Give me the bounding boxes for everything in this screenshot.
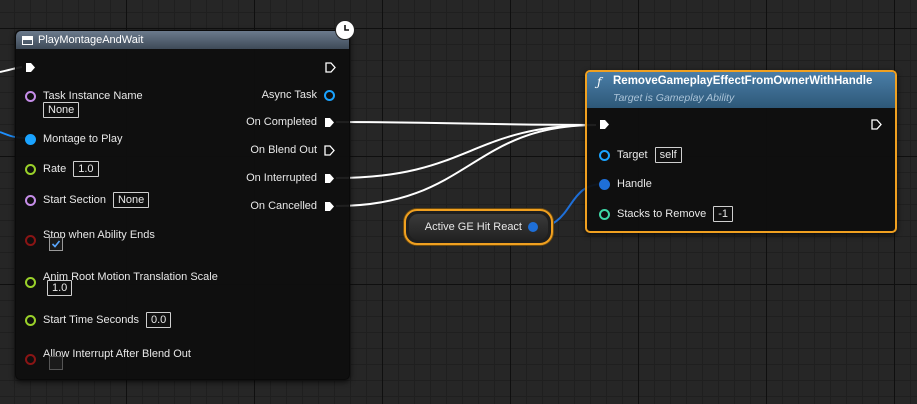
bool-pin-icon[interactable] [25,235,36,246]
exec-out-icon [325,173,334,183]
start-time-seconds-label: Start Time Seconds [43,314,139,326]
start-section-field[interactable]: None [112,192,150,208]
stacks-to-remove-pin[interactable]: Stacks to Remove -1 [599,206,734,222]
variable-label: Active GE Hit React [424,221,522,233]
handle-pin[interactable]: Handle [599,178,652,190]
allow-interrupt-checkbox[interactable] [49,356,63,370]
node-header[interactable]: PlayMontageAndWait [16,31,349,49]
exec-in-icon [26,63,35,72]
wire-on-cancelled [335,124,597,207]
name-pin-icon[interactable] [25,91,36,102]
stop-when-ability-ends-checkbox[interactable] [49,237,63,251]
exec-in-pin[interactable] [599,119,610,130]
on-cancelled-label: On Cancelled [250,200,317,212]
float-pin-icon[interactable] [25,277,36,288]
struct-pin-icon[interactable] [599,178,610,190]
target-label: Target [617,149,648,161]
rate-field[interactable]: 1.0 [73,161,99,177]
on-interrupted-pin[interactable]: On Interrupted [246,172,335,184]
async-task-pin[interactable]: Async Task [262,89,335,101]
function-icon: ƒ [597,75,602,89]
exec-in-icon [600,120,609,129]
exec-out-icon [871,119,882,130]
handle-label: Handle [617,178,652,190]
on-completed-label: On Completed [246,116,317,128]
wire-on-completed [335,121,597,126]
stacks-to-remove-field[interactable]: -1 [713,206,734,222]
exec-out-icon [325,62,336,73]
on-completed-pin[interactable]: On Completed [246,116,335,128]
target-pin[interactable]: Target self [599,147,682,163]
target-field[interactable]: self [654,147,682,163]
start-section-label: Start Section [43,194,106,206]
anim-root-motion-field[interactable]: 1.0 [47,280,73,296]
montage-to-play-label: Montage to Play [43,133,123,145]
on-cancelled-pin[interactable]: On Cancelled [250,200,335,212]
play-montage-and-wait-node[interactable]: PlayMontageAndWait Task Instance Name No… [15,30,350,380]
clock-hands [344,25,349,31]
montage-to-play-pin[interactable]: Montage to Play [25,133,123,145]
on-blend-out-pin[interactable]: On Blend Out [250,144,335,156]
exec-in-pin[interactable] [25,62,36,73]
object-pin-icon[interactable] [324,89,335,101]
node-header[interactable]: ƒ RemoveGameplayEffectFromOwnerWithHandl… [587,72,895,108]
bool-pin-icon[interactable] [25,354,36,365]
node-icon [22,35,33,45]
stop-when-ability-ends-pin[interactable]: Stop when Ability Ends [25,223,155,246]
task-instance-name-field[interactable]: None [43,102,80,118]
start-time-seconds-pin[interactable]: Start Time Seconds 0.0 [25,312,172,328]
wire-on-interrupted [335,124,597,179]
on-blend-out-label: On Blend Out [250,144,317,156]
float-pin-icon[interactable] [25,163,36,175]
node-title: RemoveGameplayEffectFromOwnerWithHandle [613,75,873,87]
object-pin-icon[interactable] [25,133,36,145]
name-pin-icon[interactable] [25,194,36,206]
stacks-to-remove-label: Stacks to Remove [617,208,707,220]
object-pin-icon[interactable] [599,149,610,161]
start-section-pin[interactable]: Start Section None [25,192,150,208]
clock-icon [335,20,355,40]
node-title: PlayMontageAndWait [38,34,144,46]
task-instance-name-pin[interactable]: Task Instance Name [25,89,143,102]
task-instance-name-label: Task Instance Name [43,89,143,102]
start-time-seconds-field[interactable]: 0.0 [146,312,172,328]
check-icon [51,240,61,248]
int-pin-icon[interactable] [599,208,610,220]
on-interrupted-label: On Interrupted [246,172,317,184]
exec-out-icon [324,144,335,156]
float-pin-icon[interactable] [25,314,36,326]
rate-pin[interactable]: Rate 1.0 [25,161,99,177]
allow-interrupt-label: Allow Interrupt After Blend Out [43,347,191,360]
node-subtitle: Target is Gameplay Ability [613,92,735,104]
exec-out-icon [325,117,334,127]
remove-gameplay-effect-node[interactable]: ƒ RemoveGameplayEffectFromOwnerWithHandl… [585,70,897,233]
struct-pin-icon[interactable] [528,222,538,232]
rate-label: Rate [43,163,67,175]
active-ge-hit-react-node[interactable]: Active GE Hit React [404,209,553,245]
exec-out-icon [325,201,334,211]
exec-out-pin[interactable] [871,119,882,130]
async-task-label: Async Task [261,89,317,101]
exec-out-pin[interactable] [325,62,336,73]
